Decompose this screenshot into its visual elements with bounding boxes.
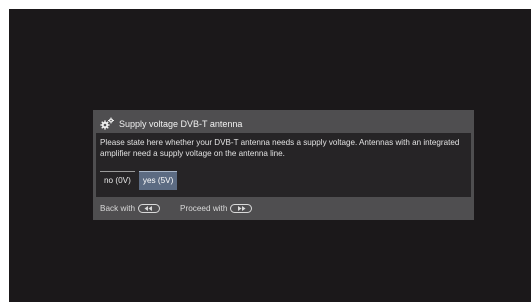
proceed-hint[interactable]: Proceed with bbox=[180, 204, 253, 213]
dialog-message: Please state here whether your DVB-T ant… bbox=[100, 138, 460, 158]
back-label: Back with bbox=[100, 204, 136, 213]
dialog-header: Supply voltage DVB-T antenna bbox=[99, 116, 242, 132]
option-no-0v[interactable]: no (0V) bbox=[100, 171, 135, 190]
proceed-label: Proceed with bbox=[180, 204, 228, 213]
dialog-footer: Back with Proceed with bbox=[100, 204, 272, 213]
dialog-body: Please state here whether your DVB-T ant… bbox=[96, 133, 471, 197]
option-yes-5v[interactable]: yes (5V) bbox=[138, 171, 178, 190]
voltage-options: no (0V) yes (5V) bbox=[100, 171, 178, 190]
rewind-key-icon bbox=[138, 204, 161, 213]
back-hint[interactable]: Back with bbox=[100, 204, 161, 213]
tv-screen: Supply voltage DVB-T antenna Please stat… bbox=[9, 9, 531, 302]
dialog-title: Supply voltage DVB-T antenna bbox=[119, 119, 243, 129]
fast-forward-key-icon bbox=[230, 204, 253, 213]
settings-dialog: Supply voltage DVB-T antenna Please stat… bbox=[93, 110, 474, 220]
gears-icon bbox=[99, 117, 115, 131]
